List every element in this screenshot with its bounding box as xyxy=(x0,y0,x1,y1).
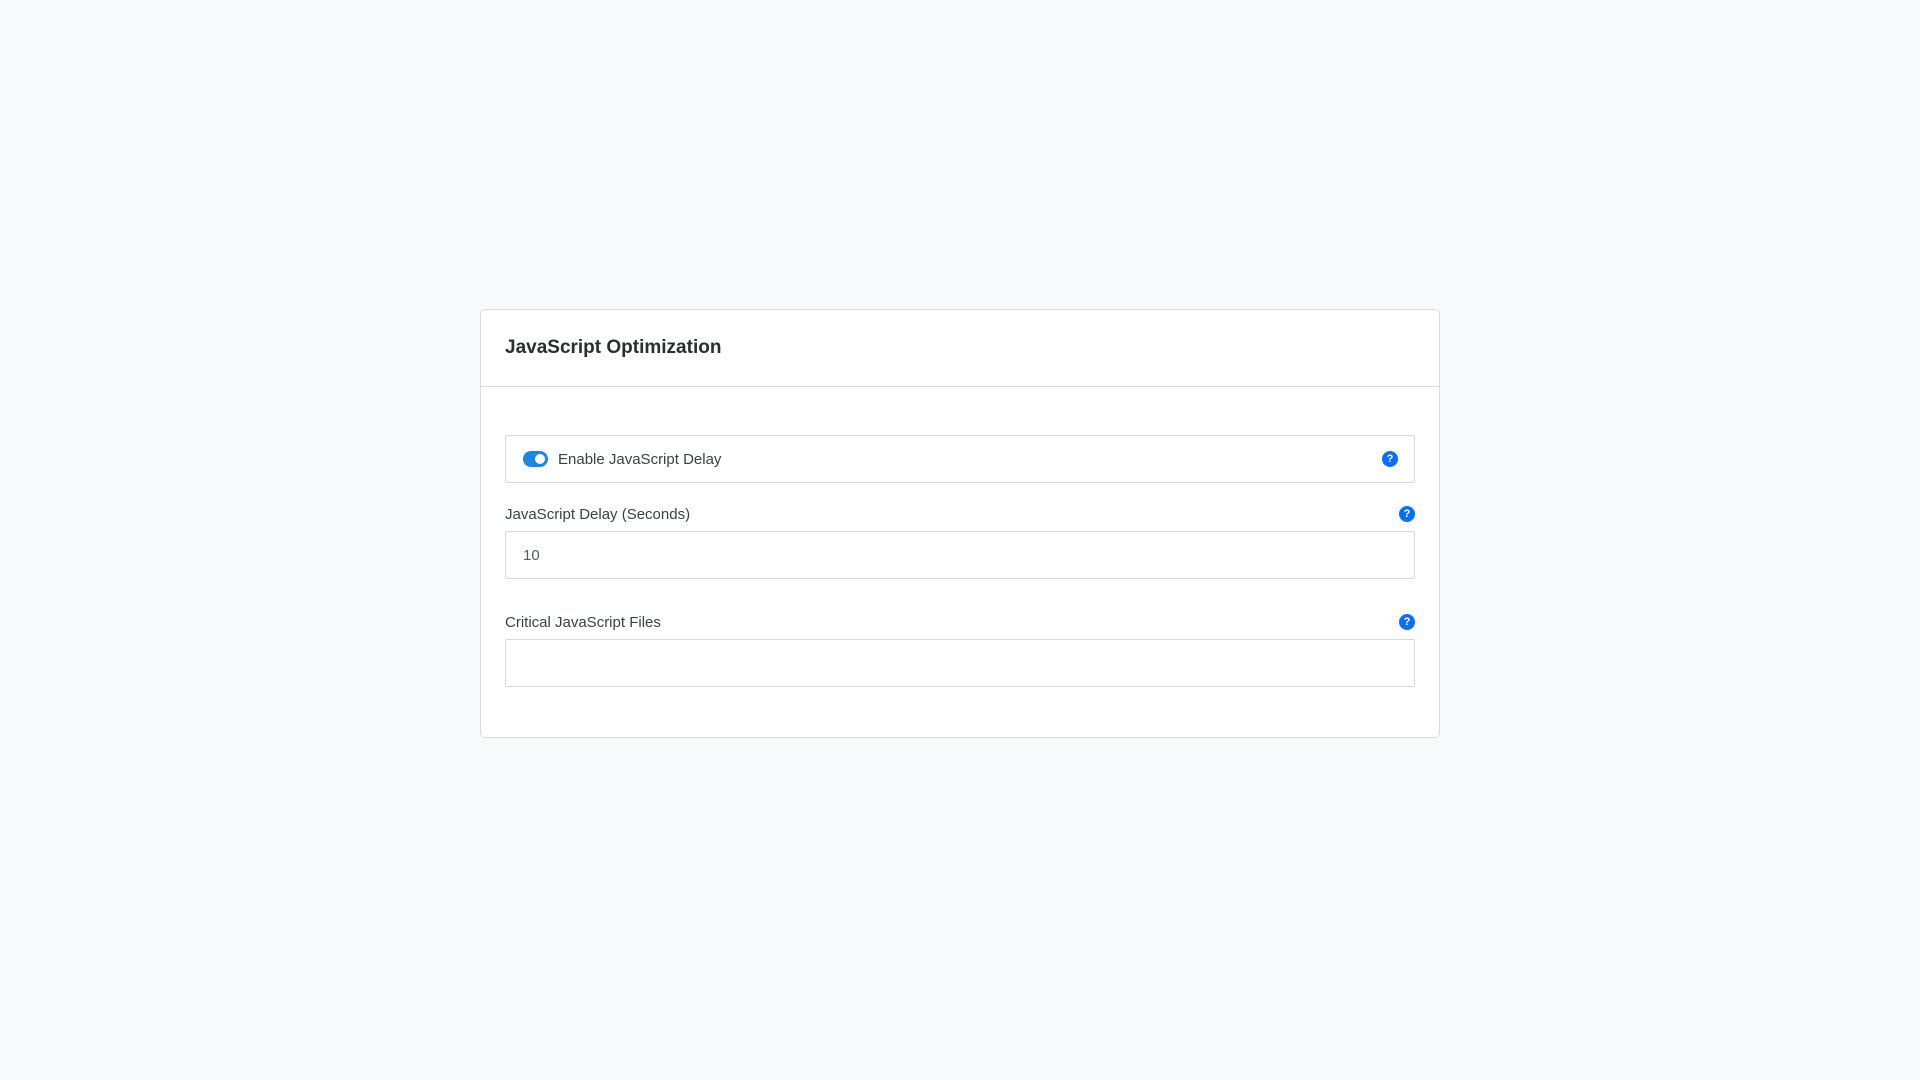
critical-js-files-field-header: Critical JavaScript Files ? xyxy=(505,612,1415,632)
help-icon[interactable]: ? xyxy=(1382,451,1398,467)
card-title: JavaScript Optimization xyxy=(505,337,722,358)
js-delay-field-header: JavaScript Delay (Seconds) ? xyxy=(505,504,1415,524)
enable-js-delay-switch[interactable] xyxy=(523,451,548,467)
critical-js-files-field: Critical JavaScript Files ? xyxy=(505,612,1415,687)
critical-js-files-input[interactable] xyxy=(505,639,1415,687)
js-delay-field: JavaScript Delay (Seconds) ? xyxy=(505,504,1415,579)
card-header: JavaScript Optimization xyxy=(481,310,1439,387)
help-icon[interactable]: ? xyxy=(1399,614,1415,630)
critical-js-files-label: Critical JavaScript Files xyxy=(505,613,661,631)
help-icon[interactable]: ? xyxy=(1399,506,1415,522)
js-delay-label: JavaScript Delay (Seconds) xyxy=(505,505,691,523)
enable-js-delay-row: Enable JavaScript Delay ? xyxy=(505,435,1415,483)
card-body: Enable JavaScript Delay ? JavaScript Del… xyxy=(481,387,1439,687)
js-delay-input[interactable] xyxy=(505,531,1415,579)
enable-js-delay-label: Enable JavaScript Delay xyxy=(558,450,722,468)
js-optimization-card: JavaScript Optimization Enable JavaScrip… xyxy=(480,309,1440,738)
